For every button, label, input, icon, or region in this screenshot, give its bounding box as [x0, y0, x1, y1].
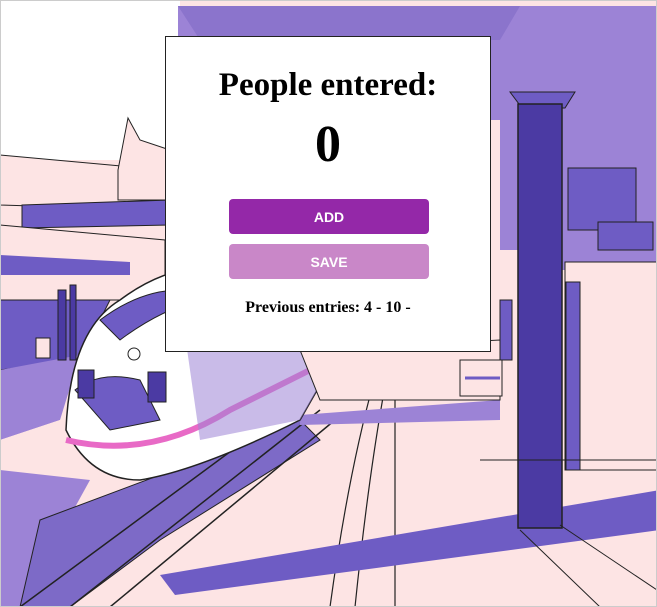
- add-button[interactable]: ADD: [229, 199, 429, 234]
- counter-title: People entered:: [218, 67, 438, 103]
- previous-entries: Previous entries: 4 - 10 -: [245, 299, 411, 316]
- people-count: 0: [315, 116, 341, 173]
- people-counter-card: People entered: 0 ADD SAVE Previous entr…: [165, 36, 491, 352]
- save-button[interactable]: SAVE: [229, 244, 429, 279]
